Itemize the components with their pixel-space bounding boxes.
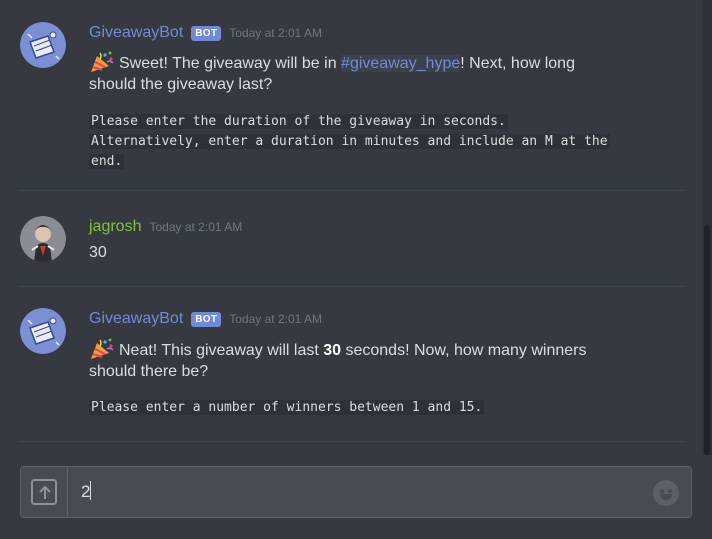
text-caret bbox=[90, 481, 92, 500]
message-list: GiveawayBot BOT Today at 2:01 AM Sweet! … bbox=[0, 0, 702, 455]
message-giveawaybot-1: GiveawayBot BOT Today at 2:01 AM Sweet! … bbox=[0, 0, 700, 190]
message-text-bold: 30 bbox=[323, 342, 342, 359]
party-popper-icon bbox=[91, 51, 114, 72]
emoji-picker-icon[interactable] bbox=[653, 480, 679, 506]
message-divider bbox=[18, 441, 684, 442]
scrollbar-track[interactable] bbox=[702, 0, 712, 455]
message-text: Neat! This giveaway will last 30 seconds… bbox=[89, 338, 649, 382]
code-line: Please enter a number of winners between… bbox=[89, 400, 485, 415]
party-popper-icon bbox=[91, 338, 114, 359]
code-line: end. bbox=[89, 154, 125, 169]
message-timestamp: Today at 2:01 AM bbox=[229, 26, 323, 40]
message-text-line2: should the giveaway last? bbox=[89, 76, 273, 93]
message-text-before: Neat! This giveaway will last bbox=[119, 342, 324, 359]
message-input[interactable]: 2 bbox=[81, 481, 641, 502]
message-text: Sweet! The giveaway will be in #giveaway… bbox=[89, 51, 649, 95]
message-input-value: 2 bbox=[81, 482, 91, 501]
bot-tag-badge: BOT bbox=[191, 311, 222, 327]
upload-icon[interactable] bbox=[31, 479, 57, 505]
message-timestamp: Today at 2:01 AM bbox=[149, 220, 243, 234]
message-text-after: ! Next, how long bbox=[460, 55, 575, 72]
message-jagrosh: jagrosh Today at 2:01 AM 30 bbox=[0, 191, 700, 286]
message-text: 30 bbox=[89, 242, 649, 263]
author-name[interactable]: jagrosh bbox=[89, 218, 141, 236]
channel-mention-link[interactable]: #giveaway_hype bbox=[341, 55, 461, 72]
message-giveawaybot-2: GiveawayBot BOT Today at 2:01 AM Neat! T… bbox=[0, 287, 700, 442]
code-block: Please enter the duration of the giveawa… bbox=[89, 112, 610, 172]
message-text-line2: should there be? bbox=[89, 363, 209, 380]
message-text-content: 30 bbox=[89, 244, 107, 261]
jagrosh-avatar-icon[interactable] bbox=[20, 216, 66, 262]
author-name[interactable]: GiveawayBot bbox=[89, 24, 183, 42]
giveaway-bot-avatar-icon[interactable] bbox=[20, 22, 66, 68]
message-text-after: seconds! Now, how many winners bbox=[341, 342, 587, 359]
giveaway-bot-avatar-icon[interactable] bbox=[20, 308, 66, 354]
bot-tag-badge: BOT bbox=[191, 25, 222, 41]
code-line: Please enter the duration of the giveawa… bbox=[89, 114, 508, 129]
message-text-before: Sweet! The giveaway will be in bbox=[119, 55, 342, 72]
code-line: Alternatively, enter a duration in minut… bbox=[89, 134, 610, 149]
author-name[interactable]: GiveawayBot bbox=[89, 310, 183, 328]
message-composer[interactable]: 2 bbox=[20, 466, 692, 518]
message-timestamp: Today at 2:01 AM bbox=[229, 312, 323, 326]
upload-button[interactable] bbox=[21, 467, 68, 517]
scrollbar-thumb[interactable] bbox=[704, 225, 710, 455]
code-block: Please enter a number of winners between… bbox=[89, 398, 485, 418]
